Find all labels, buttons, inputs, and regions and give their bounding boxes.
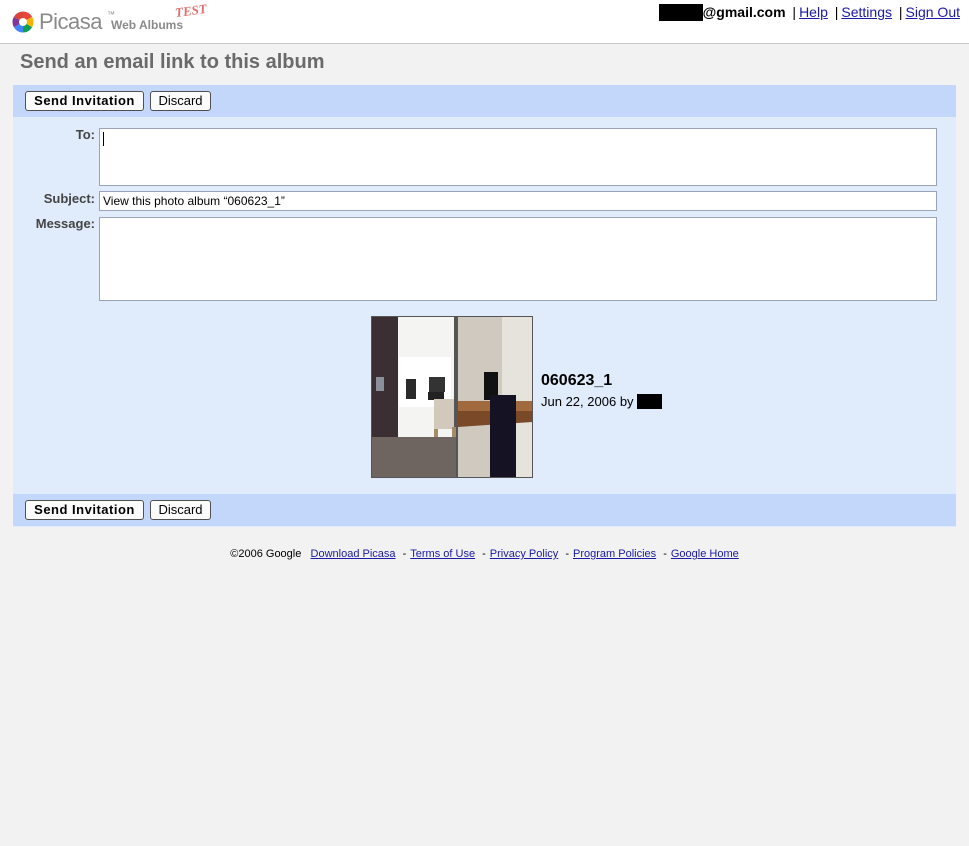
settings-link[interactable]: Settings — [841, 4, 892, 20]
picasa-web-albums-logo[interactable]: Picasa ™ Web Albums TEST — [12, 1, 212, 38]
album-date: Jun 22, 2006 — [541, 394, 617, 409]
nav-separator: | — [792, 4, 797, 20]
message-field[interactable] — [99, 217, 937, 301]
sign-out-link[interactable]: Sign Out — [906, 4, 960, 20]
subject-value: View this photo album “060623_1” — [103, 194, 285, 208]
subject-field[interactable]: View this photo album “060623_1” — [99, 191, 937, 211]
copyright-text: ©2006 Google — [230, 548, 302, 560]
privacy-policy-link[interactable]: Privacy Policy — [490, 548, 558, 560]
footer-separator: - — [402, 548, 407, 560]
send-invitation-button[interactable]: Send Invitation — [25, 500, 144, 520]
redacted-username — [658, 4, 703, 21]
nav-separator: | — [898, 4, 903, 20]
top-header: Picasa ™ Web Albums TEST @gmail.com | Hel… — [0, 0, 969, 44]
help-link[interactable]: Help — [799, 4, 828, 20]
download-picasa-link[interactable]: Download Picasa — [311, 548, 396, 560]
footer-separator: - — [482, 548, 486, 560]
user-email: @gmail.com — [702, 4, 786, 20]
to-label: To: — [75, 127, 95, 142]
bottom-button-bar: Send Invitation Discard — [13, 494, 956, 526]
discard-button[interactable]: Discard — [150, 91, 211, 111]
redacted-owner — [636, 394, 662, 409]
nav-separator: | — [834, 4, 839, 20]
album-thumbnail[interactable] — [371, 316, 533, 478]
office-photo-image — [372, 317, 532, 477]
send-invitation-button[interactable]: Send Invitation — [25, 91, 144, 111]
google-home-link[interactable]: Google Home — [671, 548, 739, 560]
page-title: Send an email link to this album — [20, 51, 325, 73]
logo-product-text: Web Albums — [111, 18, 184, 32]
terms-of-use-link[interactable]: Terms of Use — [410, 548, 475, 560]
top-button-bar: Send Invitation Discard — [13, 85, 956, 117]
album-by: by — [619, 394, 634, 409]
subject-label: Subject: — [43, 191, 95, 206]
discard-button[interactable]: Discard — [150, 500, 211, 520]
text-cursor — [103, 132, 104, 146]
message-label: Message: — [35, 216, 95, 231]
logo-brand-text: Picasa — [39, 9, 103, 34]
logo-test-badge: TEST — [174, 0, 208, 21]
to-field[interactable] — [99, 128, 937, 186]
page-footer: ©2006 Google Download Picasa - Terms of U… — [0, 548, 969, 560]
album-name[interactable]: 060623_1 — [541, 372, 612, 390]
program-policies-link[interactable]: Program Policies — [573, 548, 656, 560]
invite-form: Send Invitation Discard To: Subject: Vie… — [13, 85, 956, 527]
picasa-pinwheel-icon — [12, 11, 34, 33]
footer-separator: - — [565, 548, 569, 560]
footer-separator: - — [663, 548, 667, 560]
account-nav: @gmail.com | Help | Settings | Sign Out — [658, 4, 960, 21]
album-meta: Jun 22, 2006 by — [541, 394, 662, 409]
